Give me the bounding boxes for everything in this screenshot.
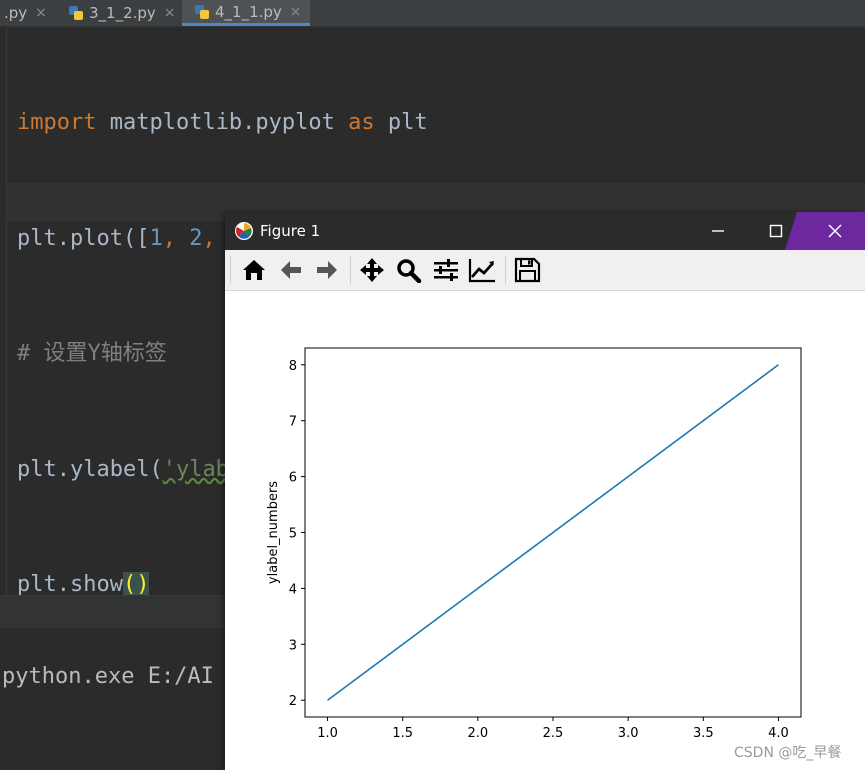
configure-subplots-icon[interactable]	[432, 257, 460, 283]
minimize-button[interactable]	[703, 212, 733, 250]
matplotlib-logo-icon	[235, 222, 253, 240]
code-line-1[interactable]: import matplotlib.pyplot as plt	[17, 104, 494, 143]
maximize-icon	[769, 224, 783, 238]
csdn-watermark: CSDN @吃_早餐	[734, 745, 842, 761]
y-tick-label: 6	[289, 471, 297, 486]
edit-axis-icon[interactable]	[468, 257, 496, 283]
x-tick-label: 1.5	[392, 726, 413, 741]
keyword-import: import	[17, 110, 97, 135]
tab-partial-py[interactable]: .py ×	[4, 0, 47, 26]
tab-label: 4_1_1.py	[215, 2, 282, 21]
back-arrow-icon[interactable]	[277, 257, 305, 283]
zoom-magnifier-icon[interactable]	[395, 257, 423, 283]
toolbar-separator	[350, 256, 351, 284]
editor-tab-bar: .py × 3_1_2.py × 4_1_1.py ×	[0, 0, 865, 27]
x-tick-label: 2.0	[468, 726, 489, 741]
close-icon	[828, 224, 842, 238]
matched-parens: ()	[122, 572, 150, 597]
ylabel-call: plt.ylabel(	[17, 456, 163, 482]
figure-window[interactable]: Figure 1 1.0 1.5 2.0 2.5 3.0 3.5 4.0 2 3…	[225, 212, 865, 770]
pan-move-icon[interactable]	[358, 257, 386, 283]
y-tick-label: 3	[289, 638, 297, 653]
editor-gutter	[0, 27, 7, 595]
x-tick-label: 4.0	[768, 726, 789, 741]
keyword-as: as	[348, 110, 375, 135]
x-tick-label: 3.0	[618, 726, 639, 741]
tab-close-icon[interactable]: ×	[35, 5, 47, 21]
maximize-button[interactable]	[761, 212, 791, 250]
module-name: matplotlib.pyplot	[96, 110, 349, 135]
figure-title: Figure 1	[260, 222, 321, 240]
python-file-icon	[68, 5, 84, 21]
home-icon[interactable]	[240, 257, 268, 283]
tab-label: .py	[4, 4, 28, 22]
y-axis-label: ylabel_numbers	[266, 481, 281, 584]
y-tick-label: 8	[289, 359, 297, 374]
figure-toolbar	[225, 250, 865, 291]
tab-close-icon[interactable]: ×	[290, 4, 302, 20]
toolbar-grip	[230, 256, 231, 284]
x-tick-label: 2.5	[543, 726, 564, 741]
tab-4-1-1-py[interactable]: 4_1_1.py ×	[182, 0, 310, 26]
minimize-icon	[712, 230, 724, 232]
save-icon[interactable]	[513, 257, 541, 283]
console-output: python.exe E:/AI	[2, 664, 214, 689]
tab-3-1-2-py[interactable]: 3_1_2.py ×	[68, 0, 176, 26]
alias-name: plt	[374, 110, 428, 135]
close-button[interactable]	[820, 212, 850, 250]
show-call: plt.show	[17, 572, 123, 597]
forward-arrow-icon[interactable]	[313, 257, 341, 283]
figure-title-bar[interactable]: Figure 1	[225, 212, 865, 250]
y-tick-label: 4	[289, 582, 297, 597]
x-tick-label: 1.0	[317, 726, 338, 741]
y-tick-label: 5	[289, 527, 297, 542]
python-file-icon	[194, 4, 210, 20]
x-tick-label: 3.5	[693, 726, 714, 741]
tab-close-icon[interactable]: ×	[164, 5, 176, 21]
toolbar-separator	[505, 256, 506, 284]
y-tick-label: 2	[289, 694, 297, 709]
tab-label: 3_1_2.py	[89, 4, 156, 22]
y-tick-label: 7	[289, 415, 297, 430]
matplotlib-plot[interactable]: 1.0 1.5 2.0 2.5 3.0 3.5 4.0 2 3 4 5 6 7 8 ylabel_numbe…	[225, 291, 865, 770]
